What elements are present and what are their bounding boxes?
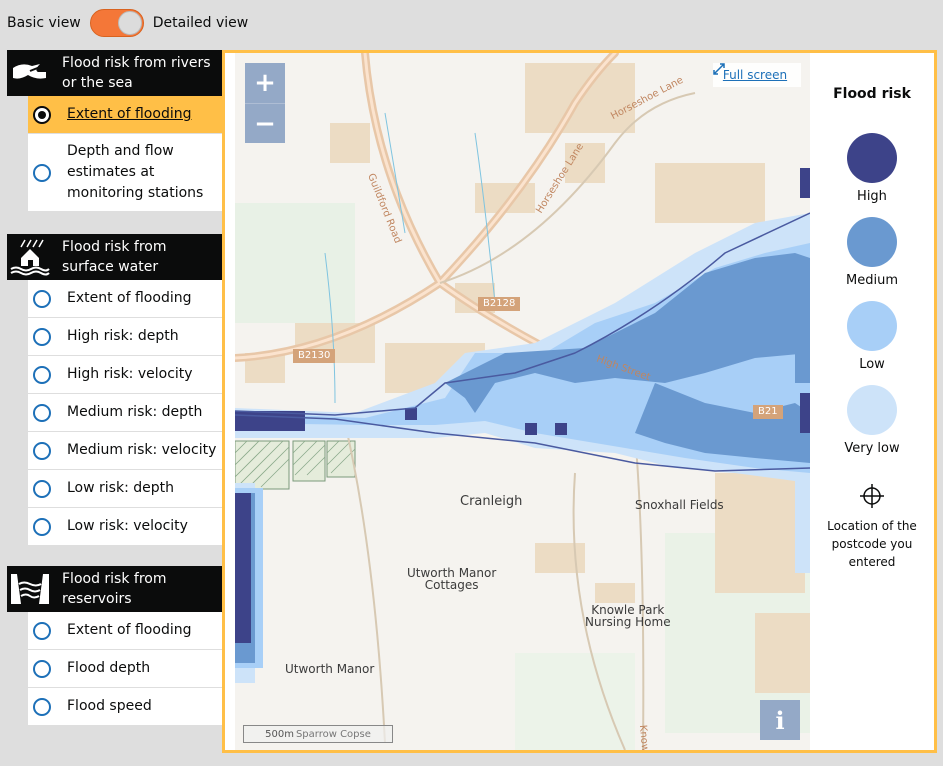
group-surface-water-header: Flood risk from surface water [7,234,222,280]
switch-knob [117,11,142,35]
option-rivers-extent[interactable]: Extent of flooding [28,96,222,134]
place-snoxhall-fields: Snoxhall Fields [635,498,724,512]
option-surface-high-velocity[interactable]: High risk: velocity [28,356,222,394]
option-label: Depth and flow estimates at monitoring s… [67,143,204,201]
legend-item-medium: Medium [810,217,934,288]
option-label: Extent of flooding [67,106,192,122]
legend-item-low: Low [810,301,934,372]
option-label: Medium risk: depth [67,404,203,420]
place-line: Nursing Home [585,615,671,629]
legend-label: High [857,189,887,204]
radio-button[interactable] [33,441,51,460]
option-surface-extent[interactable]: Extent of flooding [28,280,222,318]
group-title: Flood risk from reservoirs [62,571,167,607]
radio-button[interactable] [33,659,51,678]
map-panel: B2128 B2130 B21 Guildford Road Horseshoe… [222,50,937,753]
legend-swatch-low [847,301,897,351]
option-label: Medium risk: velocity [67,442,217,458]
place-utworth-manor-cottages: Utworth Manor Cottages [407,567,496,591]
option-surface-low-depth[interactable]: Low risk: depth [28,470,222,508]
legend-item-high: High [810,133,934,204]
full-screen-label: Full screen [722,68,788,82]
place-line: Cottages [424,578,479,592]
option-reservoir-depth[interactable]: Flood depth [28,650,222,688]
scale-label: 500m [265,728,294,740]
legend-label: Low [859,357,885,372]
full-screen-button[interactable]: Full screen [713,63,801,87]
crosshair-icon [859,483,885,509]
option-label: High risk: depth [67,328,179,344]
radio-button[interactable] [33,289,51,308]
legend-location-label: Location of the postcode you entered [827,519,917,569]
legend-swatch-very-low [847,385,897,435]
info-button[interactable]: i [760,700,800,740]
basic-view-label[interactable]: Basic view [7,15,81,31]
option-label: Flood depth [67,660,151,676]
place-knowle-park: Knowle Park Nursing Home [585,604,671,628]
radio-button[interactable] [33,327,51,346]
radio-button[interactable] [33,479,51,498]
radio-button[interactable] [33,163,51,182]
group-rivers-sea-header: Flood risk from rivers or the sea [7,50,222,96]
scale-bar: 500m Sparrow Copse [243,725,393,743]
street-label-knowle: Know [636,724,651,750]
option-surface-high-depth[interactable]: High risk: depth [28,318,222,356]
option-surface-medium-velocity[interactable]: Medium risk: velocity [28,432,222,470]
group-reservoirs-header: Flood risk from reservoirs [7,566,222,612]
map-legend: Flood risk High Medium Low Very low Loca… [810,53,934,750]
option-rivers-depth-flow[interactable]: Depth and flow estimates at monitoring s… [28,134,222,212]
road-label-b2130: B2130 [293,349,336,363]
legend-swatch-high [847,133,897,183]
option-label: Flood speed [67,698,152,714]
reservoir-icon [7,566,53,612]
legend-item-very-low: Very low [810,385,934,456]
view-switch[interactable] [89,9,144,37]
option-reservoir-extent[interactable]: Extent of flooding [28,612,222,650]
surface-water-icon [7,234,53,280]
radio-button[interactable] [33,365,51,384]
option-label: Extent of flooding [67,290,192,306]
legend-title: Flood risk [833,86,911,102]
view-toggle: Basic view Detailed view [7,9,248,37]
option-label: High risk: velocity [67,366,193,382]
scale-overlay-text: Sparrow Copse [295,728,371,740]
radio-button[interactable] [33,105,51,124]
option-label: Low risk: depth [67,480,174,496]
legend-label: Very low [844,441,900,456]
option-surface-low-velocity[interactable]: Low risk: velocity [28,508,222,546]
group-title: Flood risk from rivers or the sea [62,55,211,91]
option-label: Extent of flooding [67,622,192,638]
zoom-out-button[interactable]: − [245,103,285,143]
legend-swatch-medium [847,217,897,267]
road-label-b2128: B2128 [478,297,521,311]
zoom-in-button[interactable]: + [245,63,285,103]
road-label-b21-edge: B21 [753,405,783,419]
legend-item-location: Location of the postcode you entered [810,483,934,571]
option-surface-medium-depth[interactable]: Medium risk: depth [28,394,222,432]
option-label: Low risk: velocity [67,518,188,534]
radio-button[interactable] [33,697,51,716]
flood-map[interactable]: B2128 B2130 B21 Guildford Road Horseshoe… [235,53,810,750]
radio-button[interactable] [33,621,51,640]
place-utworth-manor: Utworth Manor [285,662,375,676]
group-title: Flood risk from surface water [62,239,167,275]
detailed-view-label[interactable]: Detailed view [153,15,248,31]
radio-button[interactable] [33,403,51,422]
place-cranleigh: Cranleigh [460,494,523,509]
radio-button[interactable] [33,517,51,536]
option-reservoir-speed[interactable]: Flood speed [28,688,222,726]
layer-sidebar: Flood risk from rivers or the sea Extent… [7,50,222,726]
map-canvas [235,53,810,750]
legend-label: Medium [846,273,898,288]
river-icon [7,50,53,96]
